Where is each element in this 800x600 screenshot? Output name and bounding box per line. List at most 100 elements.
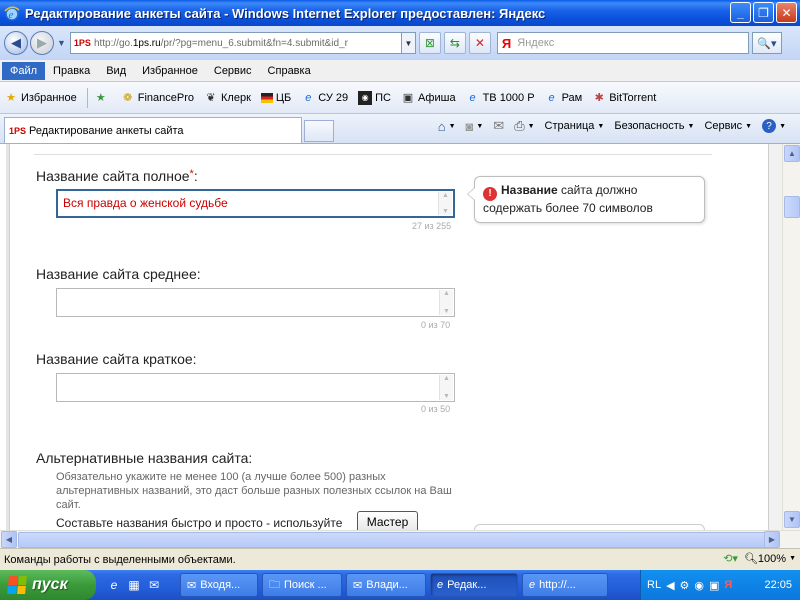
refresh-icon[interactable]: ⇆ bbox=[443, 32, 466, 54]
yandex-logo-icon: Я bbox=[501, 35, 512, 51]
favorite-link-tv1000[interactable]: e ТВ 1000 Р bbox=[466, 91, 535, 105]
compatibility-view-icon[interactable]: ⊠ bbox=[418, 32, 441, 54]
add-to-favorites-icon[interactable]: ★ bbox=[94, 91, 111, 105]
short-name-counter: 0 из 50 bbox=[421, 404, 451, 414]
medium-name-field[interactable]: ▲ ▼ bbox=[56, 288, 455, 317]
show-desktop-icon[interactable]: ▦ bbox=[126, 577, 142, 593]
forward-button[interactable]: ▶ bbox=[30, 31, 54, 55]
favorite-link-bittorrent[interactable]: ✱ BitTorrent bbox=[592, 91, 657, 105]
status-text: Команды работы с выделенными объектами. bbox=[4, 553, 236, 566]
tab-edit-site-profile[interactable]: 1PS Редактирование анкеты сайта bbox=[4, 117, 302, 143]
address-dropdown-icon[interactable]: ▼ bbox=[401, 32, 416, 54]
menu-favorites[interactable]: Избранное bbox=[134, 62, 206, 80]
window-title-bar[interactable]: e Редактирование анкеты сайта - Windows … bbox=[0, 0, 800, 26]
print-button[interactable]: ⎙ ▼ bbox=[514, 118, 534, 134]
scroll-down-icon[interactable]: ▼ bbox=[784, 511, 800, 528]
help-icon: ? bbox=[762, 119, 777, 133]
favorites-bar: ★ Избранное ★ ❁ FinancePro ❦ Клерк ЦБ e … bbox=[0, 82, 800, 114]
alt-names-hint: Обязательно укажите не менее 100 (а лучш… bbox=[56, 471, 452, 511]
restore-button[interactable]: ❐ bbox=[753, 2, 774, 23]
field-scrollbar[interactable]: ▲ ▼ bbox=[439, 375, 453, 400]
coin-icon: ❁ bbox=[123, 92, 133, 104]
start-button[interactable]: пуск bbox=[0, 570, 96, 600]
master-button[interactable]: Мастер bbox=[357, 511, 418, 530]
zoom-control[interactable]: 🔍︎ 100% ▼ bbox=[743, 552, 796, 566]
address-bar[interactable]: 1PS http://go.1ps.ru/pr/?pg=menu_6.submi… bbox=[69, 32, 402, 54]
full-name-value: Вся правда о женской судьбе bbox=[63, 196, 228, 210]
full-name-field[interactable]: Вся правда о женской судьбе ▲ ▼ bbox=[56, 189, 455, 218]
zoom-icon: 🔍︎ bbox=[743, 553, 758, 565]
menu-file[interactable]: Файл bbox=[2, 61, 46, 80]
favorite-link-cb[interactable]: ЦБ bbox=[260, 92, 291, 104]
tab-title: Редактирование анкеты сайта bbox=[29, 124, 184, 137]
scroll-right-icon[interactable]: ▶ bbox=[764, 531, 780, 548]
minimize-button[interactable]: _ bbox=[730, 2, 751, 23]
favorite-link-ps[interactable]: ◉ ПС bbox=[358, 90, 391, 105]
horizontal-scrollbar[interactable]: ◀ ▶ bbox=[0, 530, 800, 548]
feeds-button[interactable]: ◙ ▼ bbox=[466, 119, 484, 134]
taskbar-item-editor[interactable]: e Редак... bbox=[430, 573, 518, 597]
taskbar-item-http[interactable]: e http://... bbox=[522, 573, 608, 597]
home-button[interactable]: ⌂ ▼ bbox=[438, 119, 456, 134]
ie-quicklaunch-icon[interactable]: e bbox=[106, 577, 122, 593]
site-favicon: 1PS bbox=[73, 38, 91, 48]
field-scrollbar[interactable]: ▲ ▼ bbox=[438, 192, 452, 215]
bird-icon: ❦ bbox=[206, 92, 216, 104]
error-icon: ! bbox=[483, 187, 497, 201]
favorite-link-klerk[interactable]: ❦ Клерк bbox=[204, 91, 250, 105]
scroll-left-icon[interactable]: ◀ bbox=[1, 531, 17, 548]
ie-page-icon: e bbox=[305, 91, 312, 104]
horizontal-scroll-thumb[interactable] bbox=[18, 532, 778, 548]
network-icon[interactable]: ⚙ bbox=[680, 579, 690, 592]
tray-arrow-icon[interactable]: ◀ bbox=[666, 579, 674, 592]
menu-view[interactable]: Вид bbox=[98, 62, 134, 80]
mail-icon: ✉ bbox=[493, 118, 505, 133]
ie-page-icon: e bbox=[437, 579, 444, 591]
rss-icon: ◙ bbox=[465, 118, 474, 134]
vertical-scrollbar[interactable]: ▲ ▼ bbox=[782, 144, 800, 530]
ps-logo-icon: ◉ bbox=[358, 90, 373, 105]
taskbar-item-inbox[interactable]: ✉ Входя... bbox=[180, 573, 258, 597]
medium-name-counter: 0 из 70 bbox=[421, 320, 451, 330]
ie-page-icon: e bbox=[548, 91, 555, 104]
favorite-link-ram[interactable]: e Рам bbox=[545, 91, 583, 105]
help-button[interactable]: ? ▼ bbox=[762, 119, 786, 133]
mail-button[interactable]: ✉ bbox=[493, 118, 504, 134]
full-name-label: Название сайта полное*: bbox=[36, 168, 198, 184]
favorite-link-financepro[interactable]: ❁ FinancePro bbox=[121, 91, 194, 105]
short-name-field[interactable]: ▲ ▼ bbox=[56, 373, 455, 402]
tv-icon: ▣ bbox=[402, 92, 414, 104]
favorite-link-su29[interactable]: e СУ 29 bbox=[301, 91, 348, 105]
quick-launch: e ▦ ✉ bbox=[106, 577, 162, 593]
taskbar-item-vladi[interactable]: ✉ Влади... bbox=[346, 573, 426, 597]
favorites-button[interactable]: ★ Избранное bbox=[4, 91, 77, 105]
back-button[interactable]: ◀ bbox=[4, 31, 28, 55]
language-indicator[interactable]: RL bbox=[647, 579, 661, 591]
menu-edit[interactable]: Правка bbox=[45, 62, 98, 80]
outlook-icon[interactable]: ✉ bbox=[146, 577, 162, 593]
tools-menu[interactable]: Сервис ▼ bbox=[704, 120, 752, 132]
page-left-border bbox=[6, 144, 10, 530]
menu-help[interactable]: Справка bbox=[260, 62, 319, 80]
taskbar-item-search[interactable]: 🗀 Поиск ... bbox=[262, 573, 342, 597]
favorite-link-afisha[interactable]: ▣ Афиша bbox=[401, 91, 456, 105]
history-dropdown-icon[interactable]: ▼ bbox=[57, 38, 66, 48]
stop-icon[interactable]: ✕ bbox=[468, 32, 491, 54]
folder-search-icon: 🗀 bbox=[269, 578, 280, 591]
search-input[interactable]: Я Яндекс bbox=[496, 32, 749, 54]
close-window-button[interactable]: ✕ bbox=[776, 2, 797, 23]
antivirus-icon[interactable]: ◉ bbox=[694, 579, 704, 592]
search-button[interactable]: 🔍▾ bbox=[751, 32, 782, 54]
favorites-separator bbox=[86, 87, 88, 108]
search-placeholder: Яндекс bbox=[517, 37, 555, 49]
field-scrollbar[interactable]: ▲ ▼ bbox=[439, 290, 453, 315]
new-tab-button[interactable] bbox=[304, 120, 334, 142]
page-menu[interactable]: Страница ▼ bbox=[545, 120, 605, 132]
volume-icon[interactable]: ▣ bbox=[709, 579, 719, 592]
menu-tools[interactable]: Сервис bbox=[206, 62, 260, 80]
scroll-up-icon[interactable]: ▲ bbox=[784, 145, 800, 162]
vertical-scroll-thumb[interactable] bbox=[784, 196, 800, 218]
safety-menu[interactable]: Безопасность ▼ bbox=[614, 120, 694, 132]
protected-mode-icon[interactable]: ⟲▾ bbox=[723, 552, 738, 565]
yandex-tray-icon[interactable]: Я bbox=[724, 579, 732, 591]
